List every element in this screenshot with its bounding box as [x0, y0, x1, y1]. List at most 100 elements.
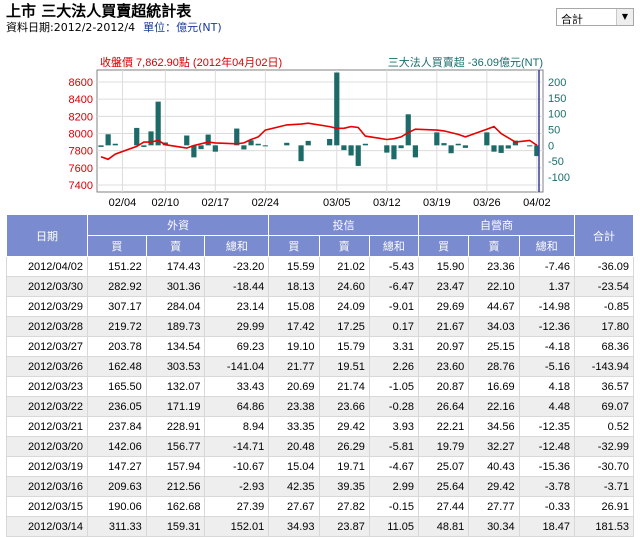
value-cell: 27.39 [204, 496, 270, 517]
value-cell: 25.07 [417, 456, 470, 477]
value-cell: 15.08 [268, 296, 320, 317]
value-cell: 2.99 [368, 476, 420, 497]
net-bar [198, 145, 204, 150]
x-tick-label: 03/05 [323, 197, 351, 209]
date-cell: 2012/03/29 [6, 296, 88, 317]
net-bar [112, 143, 118, 146]
value-cell: 29.99 [204, 316, 270, 337]
value-cell: -36.09 [574, 256, 634, 277]
value-cell: 21.77 [268, 356, 320, 377]
table-row: 2012/03/27 203.78 134.54 69.23 19.10 15.79 3.3… [6, 336, 634, 357]
value-cell: 190.06 [87, 496, 147, 517]
value-cell: 162.48 [87, 356, 147, 377]
value-cell: 152.01 [204, 516, 270, 537]
date-cell: 2012/03/22 [6, 396, 88, 417]
value-cell: -14.98 [518, 296, 576, 317]
y-right-tick-label: -50 [548, 156, 564, 168]
value-cell: 22.16 [468, 396, 520, 417]
net-bar [355, 145, 361, 166]
net-bar [448, 145, 454, 154]
net-bar [262, 145, 268, 147]
value-cell: -143.94 [574, 356, 634, 377]
table-row: 2012/03/30 282.92 301.36 -18.44 18.13 24.60 -6… [6, 276, 634, 297]
net-bar [405, 114, 411, 146]
value-cell: 134.54 [145, 336, 206, 357]
value-cell: 307.17 [87, 296, 147, 317]
value-cell: 174.43 [145, 256, 206, 277]
value-cell: 18.13 [268, 276, 320, 297]
net-bar [241, 145, 247, 150]
net-bar [391, 145, 397, 160]
date-cell: 2012/03/26 [6, 356, 88, 377]
x-tick-label: 04/02 [523, 197, 551, 209]
date-cell: 2012/03/15 [6, 496, 88, 517]
value-cell: 27.82 [318, 496, 370, 517]
net-bar [141, 145, 147, 147]
value-cell: 20.69 [268, 376, 320, 397]
value-cell: 15.79 [318, 336, 370, 357]
value-cell: 69.23 [204, 336, 270, 357]
value-cell: -9.01 [368, 296, 420, 317]
table-row: 2012/04/02 151.22 174.43 -23.20 15.59 21.02 -5… [6, 256, 634, 277]
x-tick-label: 02/04 [109, 197, 137, 209]
value-cell: 68.36 [574, 336, 634, 357]
net-bar [284, 142, 290, 146]
value-cell: -5.43 [368, 256, 420, 277]
value-cell: -30.70 [574, 456, 634, 477]
table-row: 2012/03/23 165.50 132.07 33.43 20.69 21.74 -1.… [6, 376, 634, 397]
value-cell: 17.25 [318, 316, 370, 337]
x-tick-label: 02/17 [202, 197, 230, 209]
value-cell: -32.99 [574, 436, 634, 457]
net-bar [462, 145, 469, 148]
table-row: 2012/03/19 147.27 157.94 -10.67 15.04 19.71 -4… [6, 456, 634, 477]
value-cell: 181.53 [574, 516, 634, 537]
net-bar [384, 145, 390, 153]
value-cell: 33.43 [204, 376, 270, 397]
date-cell: 2012/03/28 [6, 316, 88, 337]
value-cell: -12.35 [518, 416, 576, 437]
value-cell: 28.76 [468, 356, 520, 377]
value-cell: 237.84 [87, 416, 147, 437]
value-cell: 189.73 [145, 316, 206, 337]
value-cell: -23.20 [204, 256, 270, 277]
value-cell: 25.64 [417, 476, 470, 497]
net-bar [134, 127, 140, 146]
date-cell: 2012/03/21 [6, 416, 88, 437]
value-cell: -18.44 [204, 276, 270, 297]
y-right-tick-label: 0 [548, 140, 554, 152]
y-left-tick-label: 8200 [69, 111, 93, 123]
value-cell: -15.36 [518, 456, 576, 477]
value-cell: 171.19 [145, 396, 206, 417]
net-bar [191, 145, 197, 158]
net-bar [205, 134, 211, 146]
value-cell: 34.03 [468, 316, 520, 337]
value-cell: 17.42 [268, 316, 320, 337]
value-cell: 23.60 [417, 356, 470, 377]
col-header-dealer: 自營商 [418, 214, 575, 236]
value-cell: 32.27 [468, 436, 520, 457]
value-cell: 162.68 [145, 496, 206, 517]
value-cell: 11.05 [368, 516, 420, 537]
value-cell: -3.78 [518, 476, 576, 497]
value-cell: 27.44 [417, 496, 470, 517]
value-cell: -7.46 [518, 256, 576, 277]
value-cell: -0.33 [518, 496, 576, 517]
table-row: 2012/03/14 311.33 159.31 152.01 34.93 23.87 11… [6, 516, 634, 537]
value-cell: 30.34 [468, 516, 520, 537]
sub-header: 總和 [518, 235, 576, 257]
net-bar [148, 131, 154, 146]
legend-close-price: 收盤價 7,862.90點 (2012年04月02日) [100, 55, 282, 69]
value-cell: 2.26 [368, 356, 420, 377]
x-tick-label: 02/10 [152, 197, 180, 209]
table-row: 2012/03/26 162.48 303.53 -141.04 21.77 19.51 2… [6, 356, 634, 377]
value-cell: 20.48 [268, 436, 320, 457]
value-cell: 15.59 [268, 256, 320, 277]
value-cell: 23.47 [417, 276, 470, 297]
value-cell: -10.67 [204, 456, 270, 477]
value-cell: 0.52 [574, 416, 634, 437]
net-bar [412, 145, 418, 158]
value-cell: 29.42 [318, 416, 370, 437]
value-cell: -4.67 [368, 456, 420, 477]
date-cell: 2012/03/23 [6, 376, 88, 397]
value-cell: -12.48 [518, 436, 576, 457]
